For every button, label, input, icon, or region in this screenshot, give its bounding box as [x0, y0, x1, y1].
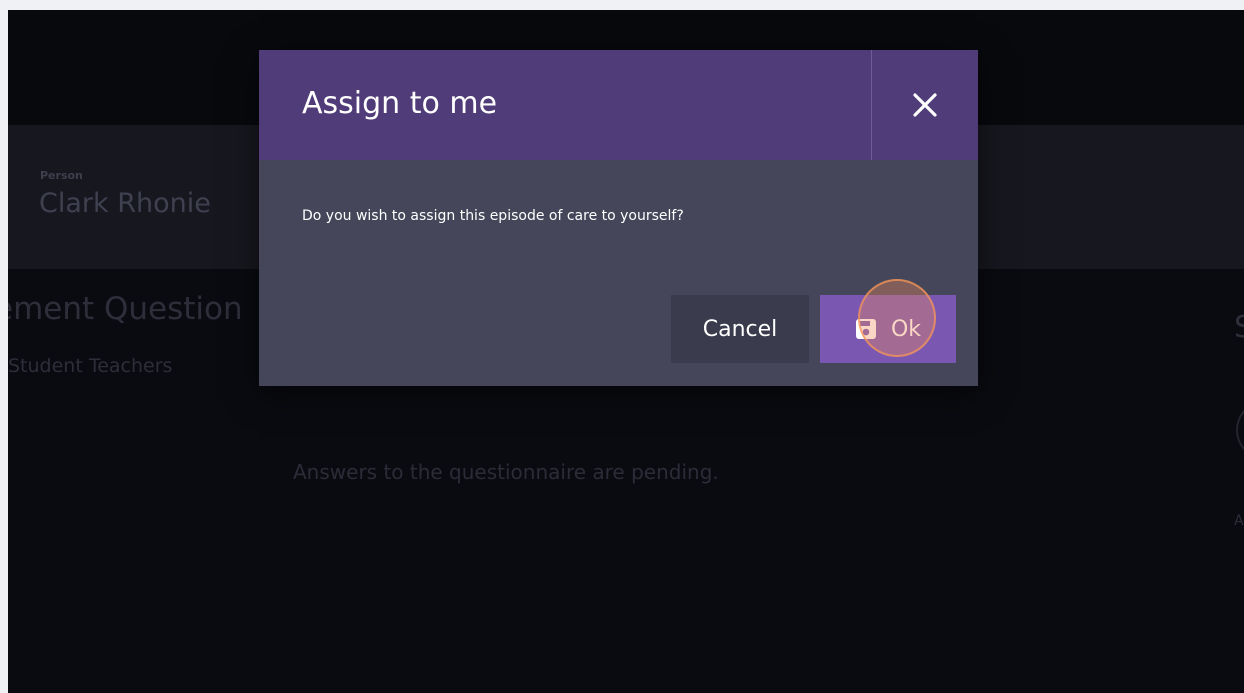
cancel-button-label: Cancel [702, 316, 778, 342]
assign-dialog: Assign to me Do you wish to assign this … [259, 50, 978, 386]
close-icon [913, 93, 937, 117]
ok-button-label: Ok [890, 316, 922, 342]
close-button[interactable] [872, 50, 978, 160]
cancel-button[interactable]: Cancel [671, 295, 809, 363]
dialog-message: Do you wish to assign this episode of ca… [302, 208, 684, 224]
app-window: Person Clark Rhonie ement Question Stude… [8, 10, 1244, 693]
save-icon [855, 319, 876, 339]
dialog-title: Assign to me [302, 86, 498, 121]
dialog-header: Assign to me [259, 50, 978, 160]
ok-button[interactable]: Ok [820, 295, 956, 363]
